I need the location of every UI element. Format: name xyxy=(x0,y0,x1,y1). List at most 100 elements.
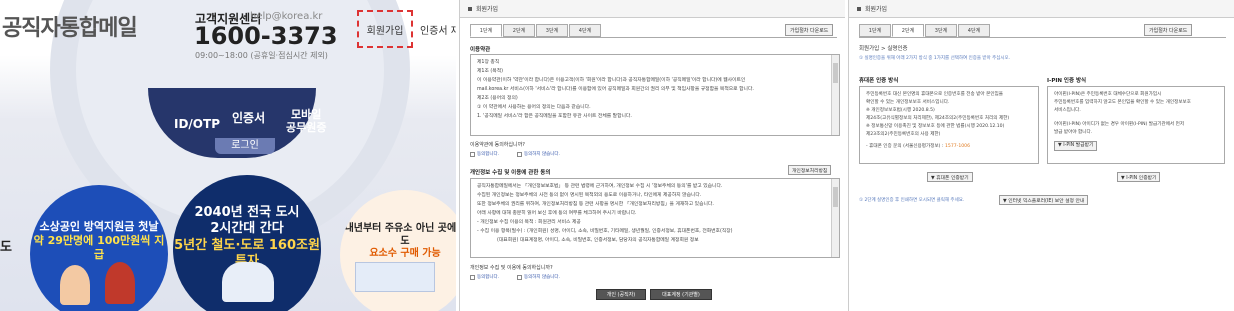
privacy-disagree-checkbox[interactable]: 동의하지 않습니다. xyxy=(517,274,560,280)
ipin-auth-line: 발급 받아야 합니다. xyxy=(1054,130,1093,135)
banner-person-illustration xyxy=(105,262,135,304)
login-button[interactable]: 로그인 xyxy=(215,138,275,154)
certificate-reregister-link[interactable]: 인증서 재등 xyxy=(420,22,456,37)
signup-step2-panel: 회원가입 1단계 2단계 3단계 4단계 가입절차 다운로드 회원가입 > 실명… xyxy=(848,0,1234,311)
phone-auth-line: ※ 개인정보보호법(시행 2020.8.5) xyxy=(866,108,935,113)
signup-step1-panel: 회원가입 1단계 2단계 3단계 4단계 가입절차 다운로드 이용약관 제1장 … xyxy=(459,0,845,311)
product-boxes-illustration xyxy=(355,262,435,292)
procedure-download-button[interactable]: 가입절차 다운로드 xyxy=(785,24,834,36)
signup-title: 회원가입 xyxy=(865,6,888,13)
ipin-verify-button[interactable]: ▼ I-PIN 인증받기 xyxy=(1117,172,1161,182)
terms-textbox[interactable]: 제1장 총칙 제1조 (목적) 이 이용약관(이하 '약관'이라 합니다)은 이… xyxy=(470,54,840,136)
scrollbar-thumb[interactable] xyxy=(833,63,838,83)
ipin-auth-line: 서비스입니다. xyxy=(1054,108,1081,113)
privacy-policy-button[interactable]: 개인정보처리방침 xyxy=(788,165,832,175)
phone-auth-line: 제23조의2(주민등록번호의 사용 제한) xyxy=(866,132,941,137)
privacy-line: - 개인정보 수집 이용의 목적 : 회원관리 서비스 제공 xyxy=(477,220,581,225)
banner-urea-line1: 내년부터 주유소 아닌 곳에서도 xyxy=(344,223,456,247)
terms-line: mail.korea.kr 서비스(이하 '서비스'라 합니다)를 이용함에 있… xyxy=(477,87,754,92)
phone-auth-line: 제24조(고유식별정보의 처리제한), 제24조의2(주민등록번호 처리의 제한… xyxy=(866,116,1010,121)
privacy-line: 공직자통합메일에서는 「개인정보보호법」 등 관련 법령에 근거하여, 개인정보… xyxy=(477,184,723,189)
ipin-auth-title: I-PIN 인증 방식 xyxy=(1047,78,1087,84)
tab-step1[interactable]: 1단계 xyxy=(470,24,502,37)
privacy-line: 수집된 개인정보는 정보주체의 사전 동의 없이 명시된 목적외의 용도로 이용… xyxy=(477,193,702,198)
ipin-auth-line: 아이핀(I-PIN)은 주민등록번호 대체수단으로 회원가입시 xyxy=(1054,92,1162,97)
terms-line: 제1조 (목적) xyxy=(477,69,503,74)
representative-signup-button[interactable]: 대표계정 (기관별) xyxy=(650,289,712,300)
phone-verify-button[interactable]: ▼ 휴대폰 인증받기 xyxy=(927,172,973,182)
customer-center-phone: 1600-3373 xyxy=(194,22,338,50)
tab-step2[interactable]: 2단계 xyxy=(892,24,924,37)
banner-relief-fund[interactable]: 소상공인 방역지원금 첫날 약 29만명에 100만원씩 지급 xyxy=(30,185,168,311)
procedure-download-button[interactable]: 가입절차 다운로드 xyxy=(1144,24,1193,36)
terms-scrollbar[interactable] xyxy=(831,55,839,135)
terms-agree-checkbox[interactable]: 동의합니다. xyxy=(470,151,499,157)
phone-auth-title: 휴대폰 인증 방식 xyxy=(859,78,899,84)
signup-link-label: 회원가입 xyxy=(366,25,404,37)
tab-step2[interactable]: 2단계 xyxy=(503,24,535,37)
ipin-issue-button[interactable]: ▼ I-PIN 발급받기 xyxy=(1054,141,1098,151)
privacy-agree-label: 동의합니다. xyxy=(477,275,500,280)
privacy-agree-checkbox[interactable]: 동의합니다. xyxy=(470,274,499,280)
terms-disagree-checkbox[interactable]: 동의하지 않습니다. xyxy=(517,151,560,157)
banner-transport-line2: 2시간대 간다 xyxy=(210,221,284,237)
checkbox-icon xyxy=(470,274,475,280)
privacy-line: 아래 사항에 대해 충분히 읽어 보신 후에 동의 여부를 체크하여 주시기 바… xyxy=(477,211,637,216)
privacy-question: 개인정보 수집 및 이용에 동의하십니까? xyxy=(470,265,553,271)
tab-step1[interactable]: 1단계 xyxy=(859,24,891,37)
print-footnote: ① 2단계 실명인증 후 인쇄하면 오시되면 클릭해 주세요. xyxy=(859,198,965,203)
banner-urea-line2: 요소수 구매 가능 xyxy=(369,248,441,259)
step-tabs: 1단계 2단계 3단계 4단계 xyxy=(470,24,602,37)
privacy-textbox[interactable]: 공직자통합메일에서는 「개인정보보호법」 등 관련 법령에 근거하여, 개인정보… xyxy=(470,178,840,258)
portal-home-panel: 공직자통합메일 고객지원센터 help@korea.kr 1600-3373 0… xyxy=(0,0,456,311)
signup-link[interactable]: 회원가입 xyxy=(357,10,413,48)
terms-line: ① 이 약관에서 사용하는 용어의 정의는 다음과 같습니다. xyxy=(477,105,591,110)
ie-security-guide-button[interactable]: ▼ 인터넷 익스플로러(IE) 보안 설정 안내 xyxy=(999,195,1089,205)
terms-line: 이 이용약관(이하 '약관'이라 합니다)은 이용고객(이하 '회원'이라 합니… xyxy=(477,78,746,83)
train-illustration xyxy=(222,262,274,302)
banner-relief-line1: 소상공인 방역지원금 첫날 xyxy=(39,220,159,233)
banner-person-illustration xyxy=(60,265,90,305)
ipin-auth-box: 아이핀(I-PIN)은 주민등록번호 대체수단으로 회원가입시 주민등록번호를 … xyxy=(1047,86,1225,164)
privacy-scrollbar[interactable] xyxy=(831,179,839,257)
privacy-line: - 수집 이용 항목(필수) : (개인회원) 성명, 아이디, 소속, 비밀번… xyxy=(477,229,733,234)
personal-signup-button[interactable]: 개인 (공직자) xyxy=(596,289,646,300)
signup-title-bar: 회원가입 xyxy=(849,0,1234,18)
phone-auth-line: 확인할 수 있는 개인정보보호 서비스입니다. xyxy=(866,100,950,105)
customer-center-email[interactable]: help@korea.kr xyxy=(250,11,322,22)
tab-step3[interactable]: 3단계 xyxy=(536,24,568,37)
mobile-id-login-option[interactable]: 모바일 공무원증 xyxy=(286,108,326,134)
privacy-line: (대표회원) 대표계정명, 아이디, 소속, 비밀번호, 인증서정보, 담당자의… xyxy=(497,238,699,243)
banner-urea-solution[interactable]: 내년부터 주유소 아닌 곳에서도 요소수 구매 가능 xyxy=(340,190,456,311)
breadcrumb: 회원가입 > 실명인증 xyxy=(859,46,908,52)
bullet-icon xyxy=(857,6,861,11)
terms-question: 이용약관에 동의하십니까? xyxy=(470,142,525,148)
edge-banner-fragment: 도 xyxy=(0,240,12,255)
mobile-id-label-2: 공무원증 xyxy=(286,121,327,134)
certificate-login-option[interactable]: 인증서 xyxy=(232,109,265,126)
tab-step3[interactable]: 3단계 xyxy=(925,24,957,37)
phone-auth-line: ※ 정보통신망 이용촉진 및 정보보호 등에 관한 법률(시행 2020.12.… xyxy=(866,124,1005,129)
idotp-login-option[interactable]: ID/OTP xyxy=(174,117,220,131)
tab-step4[interactable]: 4단계 xyxy=(569,24,601,37)
checkbox-icon xyxy=(517,274,522,280)
tab-divider xyxy=(470,37,837,38)
tab-step4[interactable]: 4단계 xyxy=(958,24,990,37)
banner-relief-line2: 약 29만명에 100만원씩 지급 xyxy=(33,233,165,261)
privacy-title: 개인정보 수집 및 이용에 관한 동의 xyxy=(470,170,551,176)
portal-logo-text[interactable]: 공직자통합메일 xyxy=(2,10,138,42)
banner-transport-line1: 2040년 전국 도시 xyxy=(194,205,300,220)
checkbox-icon xyxy=(517,151,522,157)
phone-auth-line: 주민등록번호 대신 본인명의 휴대폰으로 인증번호를 전송 받아 본인임을 xyxy=(866,92,1004,97)
step-tabs: 1단계 2단계 3단계 4단계 xyxy=(859,24,991,37)
ipin-auth-line: 주민등록번호를 입력하지 않고도 본인임을 확인할 수 있는 개인정보보호 xyxy=(1054,100,1192,105)
verification-notice: ① 실명인증을 위해 아래 2가지 방식 중 1가지를 선택하여 인증을 받아 … xyxy=(859,56,1011,61)
signup-title: 회원가입 xyxy=(476,6,499,13)
terms-disagree-label: 동의하지 않습니다. xyxy=(524,152,560,157)
terms-line: 제1장 총칙 xyxy=(477,60,500,65)
phone-auth-tel: 1577-1006 xyxy=(944,144,971,149)
terms-line: 제2조 (용어의 정의) xyxy=(477,96,518,101)
scrollbar-thumb[interactable] xyxy=(833,187,838,207)
mobile-id-label-1: 모바일 xyxy=(291,108,322,121)
terms-line: 1. '공직메일 서비스'라 함은 공직메일을 포함한 유관 사이트 전체를 말… xyxy=(477,114,632,119)
